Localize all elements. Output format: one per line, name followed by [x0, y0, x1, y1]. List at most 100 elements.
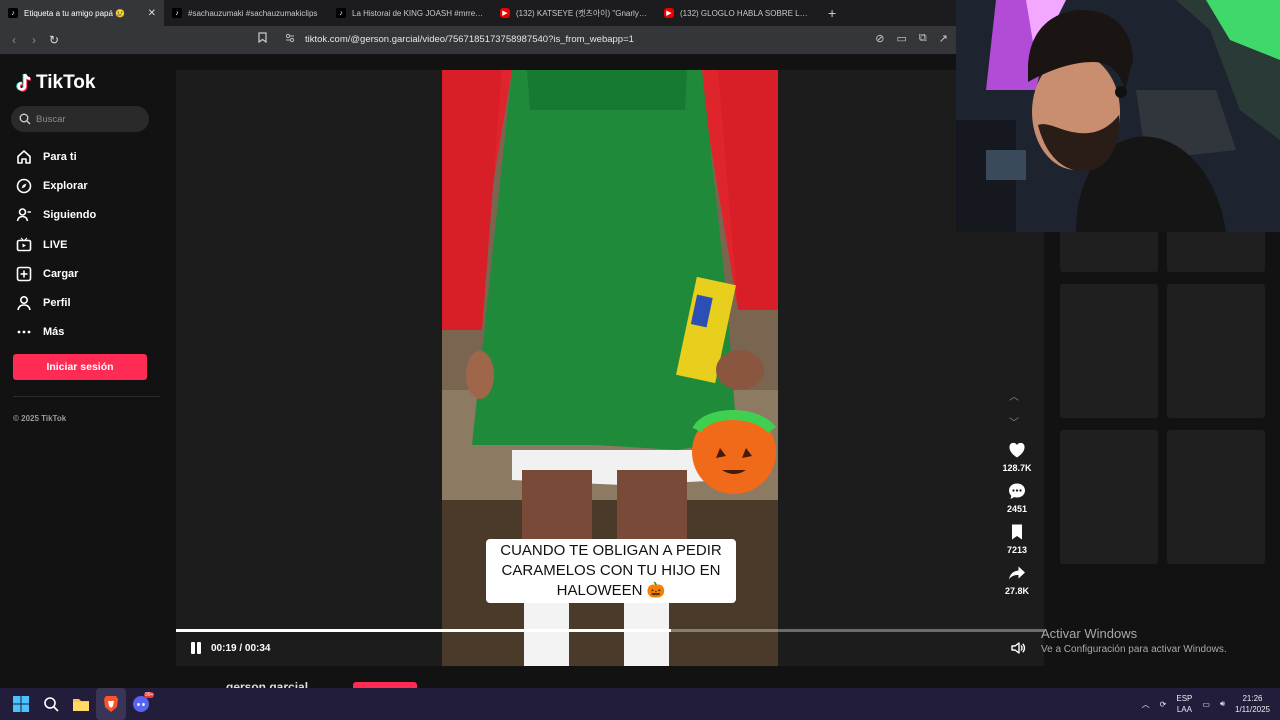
clock[interactable]: 21:26 1/11/2025 — [1235, 693, 1270, 715]
close-tab-icon[interactable]: ✕ — [148, 8, 156, 19]
bookmark-icon[interactable] — [258, 32, 267, 46]
browser-tab-2[interactable]: ♪ #sachauzumaki #sachauzumakiclips — [164, 0, 328, 26]
discord-icon[interactable]: 99+ — [126, 688, 156, 720]
sidebar-item-label: LIVE — [43, 238, 68, 251]
search-input[interactable] — [36, 113, 136, 125]
player-controls: 00:19 / 00:34 — [190, 642, 271, 654]
tray-refresh-icon[interactable]: ⟳ — [1160, 700, 1167, 709]
youtube-icon: ▶ — [664, 8, 674, 18]
sidebar-item-cargar[interactable]: Cargar — [14, 259, 96, 288]
sidebar-item-label: Perfil — [43, 297, 71, 310]
cast-icon[interactable]: ▭ — [897, 32, 907, 45]
share-icon[interactable]: ↗ — [939, 32, 948, 45]
file-explorer-icon[interactable] — [66, 688, 96, 720]
prev-video-icon[interactable]: ︿ — [1009, 388, 1019, 403]
copyright-text: © 2025 TikTok — [13, 414, 67, 423]
share-button[interactable]: 27.8K — [994, 563, 1040, 596]
picture-in-picture-icon[interactable]: ⧉ — [919, 32, 927, 45]
language-indicator[interactable]: ESP LAA — [1176, 693, 1192, 715]
speaker-icon[interactable]: 🔊︎ — [1220, 699, 1225, 709]
webcam-overlay — [956, 0, 1280, 232]
tiktok-logo[interactable]: TikTok — [16, 72, 95, 94]
upload-icon — [14, 264, 34, 284]
save-count: 7213 — [1006, 545, 1028, 555]
back-icon[interactable]: ‹ — [4, 33, 24, 47]
related-video-thumb[interactable] — [1060, 230, 1158, 272]
browser-tab-3[interactable]: ♪ La Historai de KING JOASH #mrrelev — [328, 0, 492, 26]
time-display: 00:19 / 00:34 — [211, 642, 271, 654]
related-video-thumb[interactable] — [1167, 230, 1265, 272]
like-button[interactable]: 128.7K — [994, 440, 1040, 473]
brave-browser-icon[interactable] — [96, 688, 126, 720]
browser-toolbar: ‹ › ↻ tiktok.com/@gerson.garcial/video/7… — [0, 26, 956, 54]
progress-bar[interactable] — [176, 629, 1044, 632]
taskbar-search-icon[interactable] — [36, 688, 66, 720]
tiktok-icon: ♪ — [172, 8, 182, 18]
video-info-bar: gerson.garcial — [176, 668, 1044, 694]
sidebar-item-live[interactable]: LIVE — [14, 230, 96, 259]
tray-chevron-icon[interactable]: ︿ — [1142, 699, 1150, 710]
sidebar: TikTok Para ti Explorar Siguiendo — [0, 54, 175, 688]
comment-icon — [1009, 483, 1025, 499]
sidebar-item-label: Cargar — [43, 267, 79, 280]
new-tab-icon[interactable]: + — [820, 5, 844, 21]
lang-code: ESP — [1176, 694, 1193, 703]
video-caption: CUANDO TE OBLIGAN A PEDIR CARAMELOS CON … — [486, 539, 736, 603]
clock-time: 21:26 — [1242, 694, 1263, 703]
bookmark-icon — [1012, 524, 1022, 540]
tiktok-icon: ♪ — [8, 8, 18, 18]
forward-icon[interactable]: › — [24, 33, 44, 47]
sidebar-item-label: Explorar — [43, 179, 88, 192]
related-video-thumb[interactable] — [1060, 430, 1158, 564]
tab-title: Etiqueta a tu amigo papá 😢 — [24, 8, 126, 18]
browser-tab-5[interactable]: ▶ (132) GLOGLO HABLA SOBRE LAS PE — [656, 0, 820, 26]
browser-tab-4[interactable]: ▶ (132) KATSEYE (캣츠아이) "Gnarly" O — [492, 0, 656, 26]
activation-title: Activar Windows — [1041, 626, 1138, 641]
related-video-thumb[interactable] — [1167, 430, 1265, 564]
reload-icon[interactable]: ↻ — [44, 33, 64, 47]
sidebar-item-label: Siguiendo — [43, 209, 97, 222]
progress-fill — [176, 629, 671, 632]
action-bar: 128.7K 2451 7213 27.8K — [994, 440, 1040, 604]
like-count: 128.7K — [1002, 463, 1032, 473]
volume-icon[interactable] — [1010, 640, 1026, 656]
browser-tab-1[interactable]: ♪ Etiqueta a tu amigo papá 😢 ✕ — [0, 0, 164, 26]
share-arrow-icon — [1009, 566, 1025, 580]
related-video-thumb[interactable] — [1167, 284, 1265, 418]
sidebar-item-label: Más — [43, 326, 65, 339]
site-info-icon[interactable] — [285, 33, 295, 46]
clock-date: 1/11/2025 — [1235, 705, 1270, 714]
sidebar-item-explorar[interactable]: Explorar — [14, 171, 96, 200]
sidebar-item-para-ti[interactable]: Para ti — [14, 142, 96, 171]
tiktok-icon: ♪ — [336, 8, 346, 18]
lang-layout: LAA — [1176, 705, 1192, 714]
sidebar-divider — [13, 396, 160, 397]
system-tray: ︿ ⟳ ESP LAA ▭ 🔊︎ 21:26 1/11/2025 — [1142, 688, 1270, 720]
video-player[interactable]: CUANDO TE OBLIGAN A PEDIR CARAMELOS CON … — [176, 70, 1044, 666]
following-icon — [14, 205, 34, 225]
tab-title: La Historai de KING JOASH #mrrelev — [352, 8, 484, 18]
no-track-icon[interactable]: ⊘ — [875, 32, 884, 45]
network-icon[interactable]: ▭ — [1202, 700, 1210, 709]
windows-start-icon[interactable] — [6, 688, 36, 720]
sidebar-nav: Para ti Explorar Siguiendo LIVE Cargar P… — [14, 142, 96, 347]
address-bar-url[interactable]: tiktok.com/@gerson.garcial/video/7567185… — [305, 34, 634, 45]
comment-button[interactable]: 2451 — [994, 481, 1040, 514]
search-box[interactable] — [11, 106, 149, 132]
activation-subtitle: Ve a Configuración para activar Windows. — [1041, 644, 1227, 655]
comment-count: 2451 — [1006, 504, 1028, 514]
tab-title: #sachauzumaki #sachauzumakiclips — [188, 8, 318, 18]
logo-text: TikTok — [36, 72, 96, 93]
related-video-thumb[interactable] — [1060, 284, 1158, 418]
tiktok-note-icon — [16, 73, 34, 93]
video-frame[interactable]: CUANDO TE OBLIGAN A PEDIR CARAMELOS CON … — [442, 70, 778, 666]
save-button[interactable]: 7213 — [994, 522, 1040, 555]
sidebar-item-siguiendo[interactable]: Siguiendo — [14, 201, 96, 230]
live-icon — [14, 235, 34, 255]
tab-title: (132) GLOGLO HABLA SOBRE LAS PE — [680, 8, 812, 18]
pause-icon[interactable] — [190, 642, 202, 654]
login-button[interactable]: Iniciar sesión — [13, 354, 147, 380]
next-video-icon[interactable]: ﹀ — [1009, 414, 1019, 429]
sidebar-item-perfil[interactable]: Perfil — [14, 288, 96, 317]
sidebar-item-mas[interactable]: Más — [14, 318, 96, 347]
